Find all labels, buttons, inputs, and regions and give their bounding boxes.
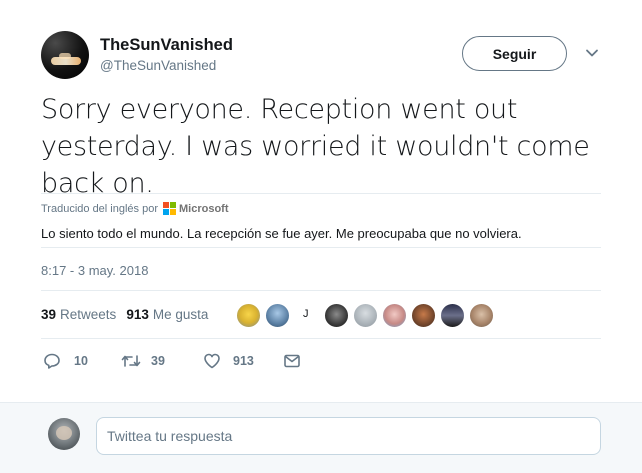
chevron-down-icon[interactable] bbox=[585, 46, 599, 60]
avatar-light-2 bbox=[59, 53, 71, 59]
likes-label[interactable]: Me gusta bbox=[153, 307, 209, 322]
liker-avatar-6[interactable] bbox=[411, 303, 436, 328]
follow-button[interactable]: Seguir bbox=[462, 36, 567, 71]
translated-text: Lo siento todo el mundo. La recepción se… bbox=[41, 226, 522, 241]
liker-avatar-5[interactable] bbox=[382, 303, 407, 328]
liker-avatar-4[interactable] bbox=[353, 303, 378, 328]
divider bbox=[41, 247, 601, 248]
like-action[interactable]: 913 bbox=[203, 352, 254, 370]
timestamp[interactable]: 8:17 - 3 may. 2018 bbox=[41, 263, 148, 278]
liker-avatar-7[interactable] bbox=[440, 303, 465, 328]
translation-provider[interactable]: Microsoft bbox=[179, 203, 229, 215]
tweet-text: Sorry everyone. Reception went out yeste… bbox=[41, 94, 590, 199]
retweets-label[interactable]: Retweets bbox=[60, 307, 116, 322]
display-name[interactable]: TheSunVanished bbox=[100, 36, 233, 55]
retweet-action[interactable]: 39 bbox=[121, 352, 165, 370]
retweet-count: 39 bbox=[151, 354, 165, 368]
reply-count: 10 bbox=[74, 354, 88, 368]
reply-action[interactable]: 10 bbox=[43, 352, 88, 370]
liker-avatar-1[interactable] bbox=[236, 303, 261, 328]
divider bbox=[41, 290, 601, 291]
translation-prefix: Traducido del inglés por bbox=[41, 202, 158, 215]
microsoft-logo-icon bbox=[163, 202, 176, 215]
retweets-count[interactable]: 39 bbox=[41, 307, 56, 322]
avatar-face bbox=[56, 426, 72, 440]
like-count: 913 bbox=[233, 354, 254, 368]
screen-name[interactable]: @TheSunVanished bbox=[100, 58, 216, 73]
tweet-card: TheSunVanished @TheSunVanished Seguir So… bbox=[0, 0, 642, 400]
user-avatar[interactable] bbox=[41, 31, 89, 79]
envelope-icon bbox=[284, 354, 300, 368]
liker-avatar-8[interactable] bbox=[469, 303, 494, 328]
reply-input[interactable]: Twittea tu respuesta bbox=[96, 417, 601, 455]
reply-icon bbox=[44, 353, 60, 369]
liker-avatar-3[interactable] bbox=[324, 303, 349, 328]
current-user-avatar[interactable] bbox=[48, 418, 80, 450]
retweet-icon bbox=[121, 355, 141, 367]
liker-avatar-2[interactable] bbox=[265, 303, 290, 328]
likes-count[interactable]: 913 bbox=[126, 307, 149, 322]
divider bbox=[41, 338, 601, 339]
translation-attribution: Traducido del inglés por Microsoft bbox=[41, 202, 229, 215]
tweet-stats: 39 Retweets 913 Me gusta bbox=[41, 307, 218, 322]
heart-icon bbox=[204, 353, 220, 369]
direct-message-action[interactable] bbox=[283, 352, 301, 370]
divider bbox=[41, 193, 601, 194]
liker-letter[interactable]: J bbox=[303, 308, 309, 320]
